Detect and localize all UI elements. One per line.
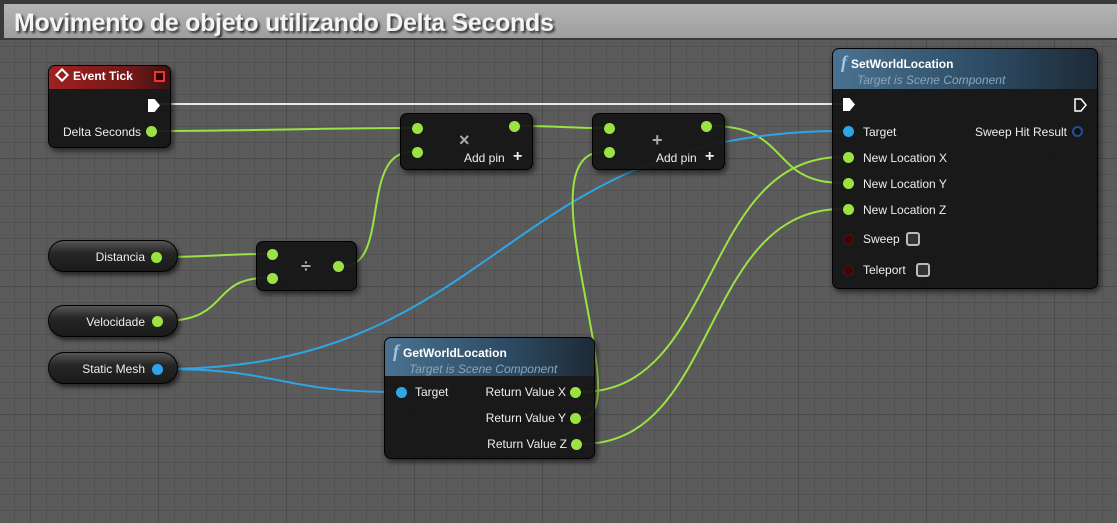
new-location-y-pin[interactable] bbox=[843, 178, 854, 189]
add-pin-button[interactable]: Add pin bbox=[656, 151, 697, 165]
function-icon: f bbox=[393, 341, 399, 361]
wire-x-to-location-x bbox=[580, 156, 843, 393]
teleport-checkbox[interactable] bbox=[916, 263, 930, 277]
plus-icon[interactable]: + bbox=[513, 148, 522, 166]
teleport-pin[interactable] bbox=[843, 265, 854, 276]
pin-label: New Location Z bbox=[863, 203, 947, 217]
exec-out-pin[interactable] bbox=[1074, 98, 1088, 112]
variable-label: Distancia bbox=[95, 250, 145, 264]
output-pin[interactable] bbox=[152, 316, 163, 327]
sweep-hit-result-pin[interactable] bbox=[1072, 126, 1083, 137]
output-pin[interactable] bbox=[333, 261, 344, 272]
function-icon: f bbox=[841, 52, 847, 72]
input-pin-a[interactable] bbox=[412, 123, 423, 134]
input-pin-a[interactable] bbox=[604, 123, 615, 134]
variable-static-mesh[interactable]: Static Mesh bbox=[48, 352, 178, 384]
set-world-location-node[interactable]: f SetWorldLocation Target is Scene Compon… bbox=[832, 48, 1098, 289]
wire-delta-to-multiply bbox=[156, 127, 412, 132]
target-pin[interactable] bbox=[843, 126, 854, 137]
new-location-x-pin[interactable] bbox=[843, 152, 854, 163]
multiply-icon: × bbox=[459, 130, 470, 150]
output-pin[interactable] bbox=[152, 364, 163, 375]
output-pin[interactable] bbox=[509, 121, 520, 132]
return-y-pin[interactable] bbox=[570, 413, 581, 424]
node-title: Event Tick bbox=[73, 69, 133, 83]
input-pin-b[interactable] bbox=[604, 147, 615, 158]
add-pin-button[interactable]: Add pin bbox=[464, 151, 505, 165]
pin-label: Delta Seconds bbox=[63, 125, 142, 139]
node-title: GetWorldLocation bbox=[403, 346, 507, 360]
target-pin[interactable] bbox=[396, 387, 407, 398]
variable-label: Static Mesh bbox=[82, 362, 145, 376]
pin-label: Return Value Y bbox=[485, 411, 566, 425]
pin-label: Sweep Hit Result bbox=[974, 125, 1067, 139]
output-pin[interactable] bbox=[151, 252, 162, 263]
pin-label: Return Value X bbox=[485, 385, 567, 399]
divide-icon: ÷ bbox=[301, 256, 311, 276]
pin-label: Return Value Z bbox=[487, 437, 567, 451]
variable-velocidade[interactable]: Velocidade bbox=[48, 305, 178, 337]
add-node[interactable]: + Add pin + bbox=[592, 113, 725, 170]
pin-label: Target bbox=[863, 125, 897, 139]
input-pin-b[interactable] bbox=[267, 273, 278, 284]
multiply-node[interactable]: × Add pin + bbox=[400, 113, 533, 170]
delta-seconds-pin[interactable] bbox=[146, 126, 157, 137]
pin-label: Target bbox=[415, 385, 449, 399]
output-pin[interactable] bbox=[701, 121, 712, 132]
plus-icon[interactable]: + bbox=[705, 148, 714, 166]
sweep-checkbox[interactable] bbox=[906, 232, 920, 246]
get-world-location-node[interactable]: f GetWorldLocation Target is Scene Compon… bbox=[384, 337, 595, 459]
node-subtitle: Target is Scene Component bbox=[857, 73, 1006, 87]
variable-label: Velocidade bbox=[86, 315, 145, 329]
wire-mesh-to-get-target bbox=[162, 368, 396, 393]
pin-label: New Location X bbox=[863, 151, 948, 165]
exec-out-pin[interactable] bbox=[148, 99, 160, 112]
new-location-z-pin[interactable] bbox=[843, 204, 854, 215]
sweep-pin[interactable] bbox=[843, 234, 854, 245]
pin-label: Teleport bbox=[863, 263, 906, 277]
wire-z-to-location-z bbox=[581, 208, 843, 445]
pin-label: New Location Y bbox=[863, 177, 947, 191]
event-diamond-icon bbox=[54, 67, 70, 83]
add-icon: + bbox=[652, 130, 663, 150]
pin-label: Sweep bbox=[863, 232, 900, 246]
return-x-pin[interactable] bbox=[570, 387, 581, 398]
input-pin-a[interactable] bbox=[267, 249, 278, 260]
stop-icon bbox=[154, 71, 165, 82]
wire-velocidade-to-divide bbox=[162, 277, 267, 322]
event-tick-node[interactable]: Event Tick Delta Seconds bbox=[48, 65, 171, 148]
input-pin-b[interactable] bbox=[412, 147, 423, 158]
divide-node[interactable]: ÷ bbox=[256, 241, 357, 291]
variable-distancia[interactable]: Distancia bbox=[48, 240, 178, 272]
return-z-pin[interactable] bbox=[571, 439, 582, 450]
node-title: SetWorldLocation bbox=[851, 57, 954, 71]
exec-in-pin[interactable] bbox=[843, 98, 855, 111]
node-subtitle: Target is Scene Component bbox=[409, 362, 558, 376]
